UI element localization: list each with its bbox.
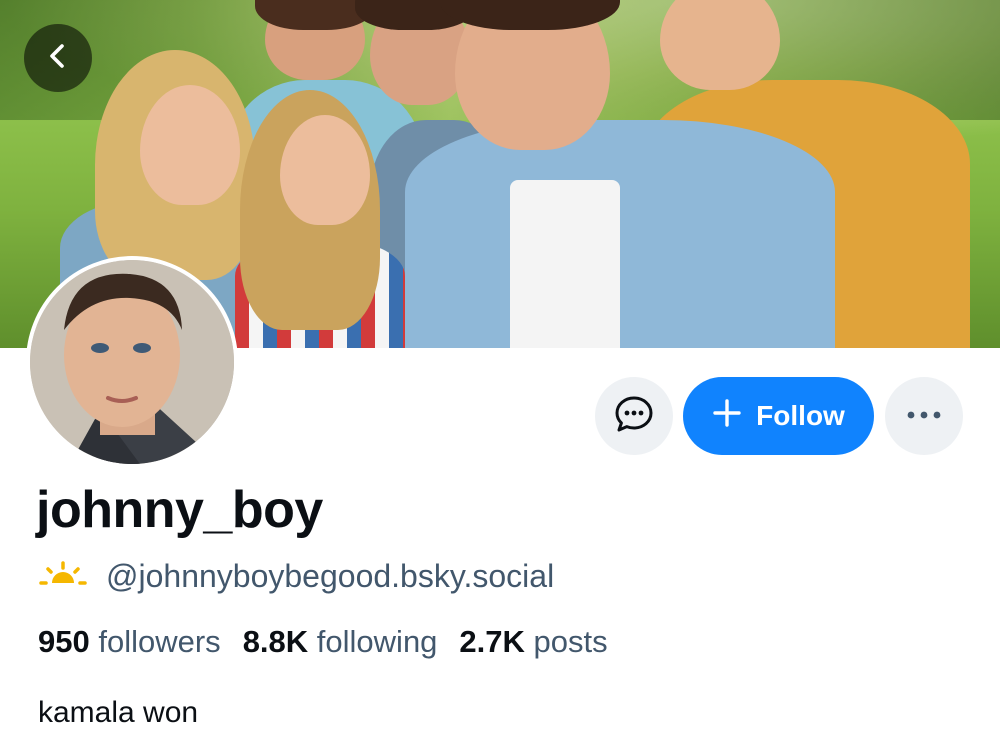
person-tshirt [510, 180, 620, 348]
profile-bio: kamala won [38, 696, 199, 729]
plus-icon [712, 398, 742, 435]
person-face [660, 0, 780, 90]
profile-handle: @johnnyboybegood.bsky.social [106, 558, 555, 594]
person-face [140, 85, 240, 205]
followers-stat[interactable]: 950 followers [38, 624, 221, 660]
following-stat[interactable]: 8.8K following [243, 624, 438, 660]
profile-stats: 950 followers 8.8K following 2.7K posts [38, 624, 608, 660]
followers-label: followers [98, 624, 221, 659]
avatar[interactable] [26, 256, 238, 468]
ellipsis-icon [906, 407, 942, 425]
following-count: 8.8K [242, 624, 309, 659]
posts-stat: 2.7K posts [459, 624, 607, 660]
follow-button-label: Follow [756, 400, 845, 431]
posts-count: 2.7K [459, 624, 525, 659]
message-button[interactable] [595, 377, 673, 455]
display-name: johnny_boy [36, 481, 323, 539]
chevron-left-icon [43, 41, 73, 76]
posts-label: posts [533, 624, 608, 659]
back-button[interactable] [24, 24, 92, 92]
sunrise-icon [38, 559, 88, 594]
follow-button[interactable]: Follow [683, 377, 874, 455]
person-shirt [405, 120, 835, 348]
more-options-button[interactable] [885, 377, 963, 455]
avatar-portrait [30, 260, 234, 464]
following-label: following [316, 624, 438, 659]
handle-row: @johnnyboybegood.bsky.social [38, 558, 554, 595]
chat-bubble-icon [613, 393, 655, 440]
followers-count: 950 [38, 624, 90, 659]
person-face [280, 115, 370, 225]
